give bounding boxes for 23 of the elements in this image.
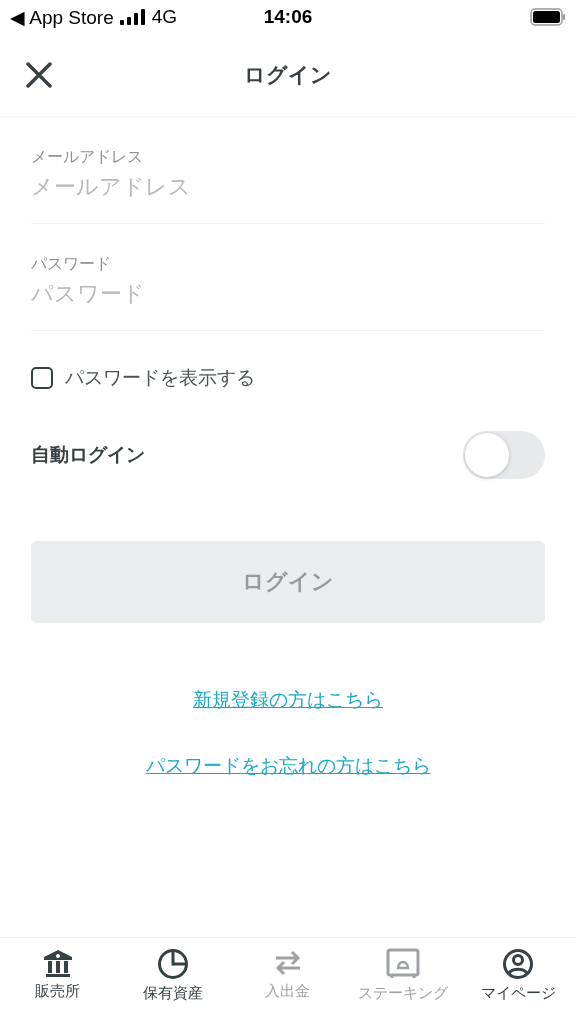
- tab[interactable]: 販売所: [2, 948, 113, 1024]
- page-title: ログイン: [244, 62, 332, 89]
- user-profile-icon: [502, 948, 535, 980]
- back-to-app-label[interactable]: ◀ App Store: [10, 5, 114, 29]
- clock: 14:06: [262, 6, 314, 28]
- input-field[interactable]: パスワード: [31, 275, 545, 306]
- battery-icon: [530, 8, 566, 26]
- link[interactable]: 新規登録の方はこちら: [193, 687, 383, 713]
- field-label: メールアドレス: [31, 147, 144, 168]
- field-label: パスワード: [31, 254, 112, 275]
- input-field[interactable]: メールアドレス: [31, 168, 545, 199]
- tab[interactable]: 保有資産: [117, 948, 228, 1024]
- close-button[interactable]: [26, 62, 52, 88]
- link[interactable]: パスワードをお忘れの方はこちら: [145, 753, 431, 779]
- tab[interactable]: マイページ: [463, 948, 574, 1024]
- checkbox-label: パスワードを表示する: [65, 365, 255, 390]
- auto-login-label: 自動ログイン: [31, 442, 145, 467]
- network-label: 4G: [151, 6, 178, 28]
- checkbox[interactable]: [31, 367, 53, 389]
- signal-icon: [119, 9, 146, 25]
- safe-icon: [386, 948, 421, 980]
- pie-chart-icon: [156, 948, 189, 980]
- toggle-switch[interactable]: [463, 431, 545, 479]
